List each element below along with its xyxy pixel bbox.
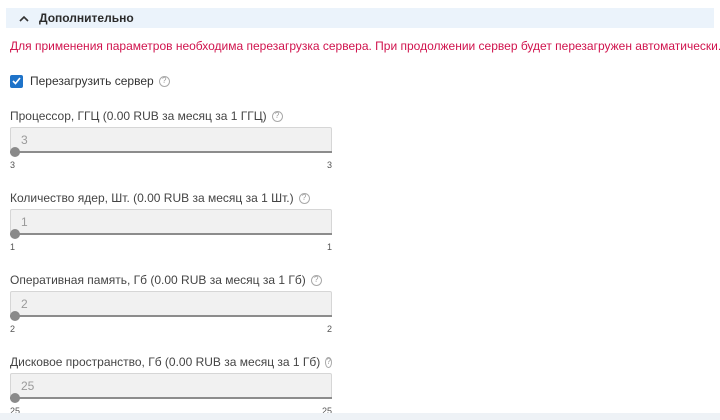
help-icon[interactable]: ?: [325, 356, 332, 368]
field-ram-label: Оперативная память, Гб (0.00 RUB за меся…: [10, 273, 306, 287]
cpu-slider-min: 3: [10, 160, 16, 170]
cpu-slider-track[interactable]: [10, 151, 332, 153]
help-icon[interactable]: ?: [298, 192, 310, 204]
disk-input[interactable]: 25: [10, 373, 332, 399]
cpu-input[interactable]: 3: [10, 127, 332, 153]
cpu-slider-max: 3: [326, 160, 332, 170]
field-disk: Дисковое пространство, Гб (0.00 RUB за м…: [10, 354, 332, 416]
disk-slider-thumb[interactable]: [10, 393, 20, 403]
reboot-checkbox-label[interactable]: Перезагрузить сервер: [30, 74, 154, 88]
ram-slider-track[interactable]: [10, 315, 332, 317]
cores-input[interactable]: 1: [10, 209, 332, 235]
field-disk-label: Дисковое пространство, Гб (0.00 RUB за м…: [10, 355, 321, 369]
cores-slider-thumb[interactable]: [10, 229, 20, 239]
help-icon[interactable]: ?: [310, 274, 322, 286]
field-cpu: Процессор, ГГЦ (0.00 RUB за месяц за 1 Г…: [10, 108, 332, 170]
ram-slider-thumb[interactable]: [10, 311, 20, 321]
reboot-checkbox[interactable]: [10, 74, 23, 88]
section-header-additional[interactable]: Дополнительно: [6, 8, 714, 28]
field-cores: Количество ядер, Шт. (0.00 RUB за месяц …: [10, 190, 332, 252]
chevron-up-icon[interactable]: [17, 11, 31, 25]
help-icon[interactable]: ?: [158, 75, 170, 87]
ram-slider-max: 2: [326, 324, 332, 334]
reboot-warning: Для применения параметров необходима пер…: [10, 39, 720, 53]
help-icon[interactable]: ?: [271, 110, 283, 122]
cores-slider-min: 1: [10, 242, 16, 252]
field-cpu-label: Процессор, ГГЦ (0.00 RUB за месяц за 1 Г…: [10, 109, 267, 123]
field-ram: Оперативная память, Гб (0.00 RUB за меся…: [10, 272, 332, 334]
disk-slider-track[interactable]: [10, 397, 332, 399]
cores-slider-max: 1: [326, 242, 332, 252]
bottom-scroll-strip: [0, 413, 720, 420]
field-cores-label: Количество ядер, Шт. (0.00 RUB за месяц …: [10, 191, 294, 205]
reboot-checkbox-row[interactable]: Перезагрузить сервер ?: [10, 73, 170, 89]
cpu-slider-thumb[interactable]: [10, 147, 20, 157]
ram-slider-min: 2: [10, 324, 16, 334]
section-title: Дополнительно: [39, 11, 134, 25]
ram-input[interactable]: 2: [10, 291, 332, 317]
cores-slider-track[interactable]: [10, 233, 332, 235]
